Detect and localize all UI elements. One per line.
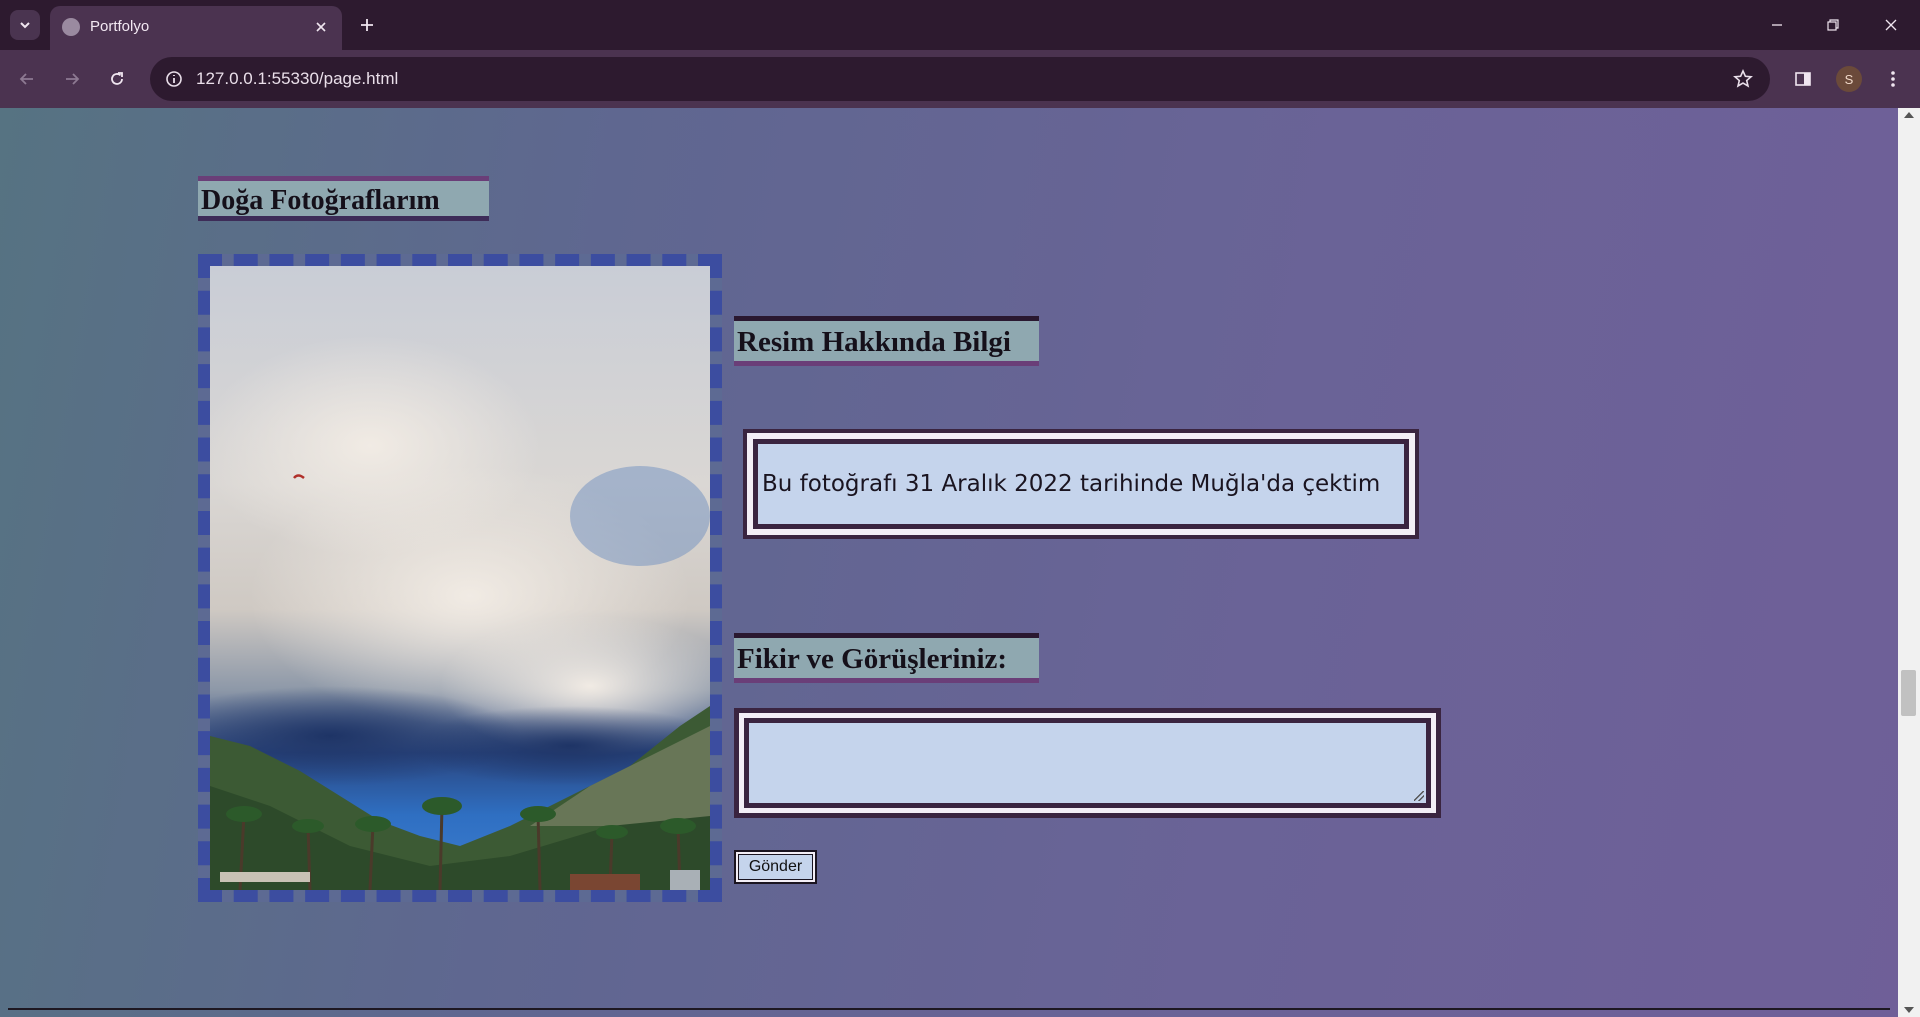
nature-photo [210, 266, 710, 890]
tab-bar: Portfolyo [0, 0, 1920, 50]
close-window-button[interactable] [1874, 8, 1908, 42]
submit-button-wrapper: Gönder [734, 850, 817, 884]
submit-button[interactable]: Gönder [738, 854, 813, 880]
minimize-icon [1772, 24, 1782, 26]
browser-toolbar: 127.0.0.1:55330/page.html S [0, 50, 1920, 108]
browser-menu-button[interactable] [1876, 62, 1910, 96]
arrow-right-icon [66, 73, 80, 85]
forward-button[interactable] [55, 62, 89, 96]
side-panel-icon [1795, 72, 1811, 86]
resize-handle-icon[interactable] [1414, 791, 1424, 801]
info-box-inner: Bu fotoğrafı 31 Aralık 2022 tarihinde Mu… [753, 439, 1409, 529]
browser-tab[interactable]: Portfolyo [50, 6, 342, 50]
plus-icon [361, 19, 373, 31]
gallery-heading: Doğa Fotoğraflarım [198, 176, 489, 221]
chevron-down-icon [20, 22, 30, 29]
restore-button[interactable] [1816, 8, 1850, 42]
bookmark-star-icon[interactable] [1730, 66, 1756, 92]
restore-icon [1827, 19, 1839, 31]
scroll-down-arrow-icon[interactable] [1904, 1007, 1914, 1013]
more-vert-icon [1891, 71, 1895, 87]
info-heading: Resim Hakkında Bilgi [734, 316, 1039, 366]
scroll-up-arrow-icon[interactable] [1904, 112, 1914, 118]
globe-icon [62, 18, 80, 36]
comments-heading: Fikir ve Görüşleriniz: [734, 633, 1039, 683]
url-text: 127.0.0.1:55330/page.html [196, 69, 399, 88]
comment-field-inner [744, 718, 1431, 808]
new-tab-button[interactable] [352, 10, 382, 40]
back-button[interactable] [10, 62, 44, 96]
comment-textarea[interactable] [749, 723, 1426, 803]
close-icon [1885, 19, 1897, 31]
horizontal-rule [8, 1008, 1890, 1010]
vertical-scrollbar[interactable] [1898, 108, 1920, 1017]
page-viewport: Doğa Fotoğraflarım Resim Hakkında Bilgi … [0, 108, 1920, 1017]
address-bar[interactable]: 127.0.0.1:55330/page.html [150, 57, 1770, 101]
info-icon[interactable] [162, 67, 186, 91]
reload-button[interactable] [100, 62, 134, 96]
photo-frame [198, 254, 722, 902]
tab-search-button[interactable] [10, 10, 40, 40]
comment-field-wrapper [734, 708, 1441, 818]
profile-avatar[interactable]: S [1836, 66, 1862, 92]
reload-icon [111, 72, 123, 85]
arrow-left-icon [19, 73, 33, 85]
tab-close-button[interactable] [310, 16, 332, 38]
close-icon [316, 22, 326, 32]
info-text: Bu fotoğrafı 31 Aralık 2022 tarihinde Mu… [762, 471, 1381, 497]
minimize-button[interactable] [1760, 8, 1794, 42]
tab-title: Portfolyo [90, 18, 150, 35]
info-box: Bu fotoğrafı 31 Aralık 2022 tarihinde Mu… [743, 429, 1419, 539]
scrollbar-thumb[interactable] [1901, 670, 1916, 716]
side-panel-button[interactable] [1786, 62, 1820, 96]
